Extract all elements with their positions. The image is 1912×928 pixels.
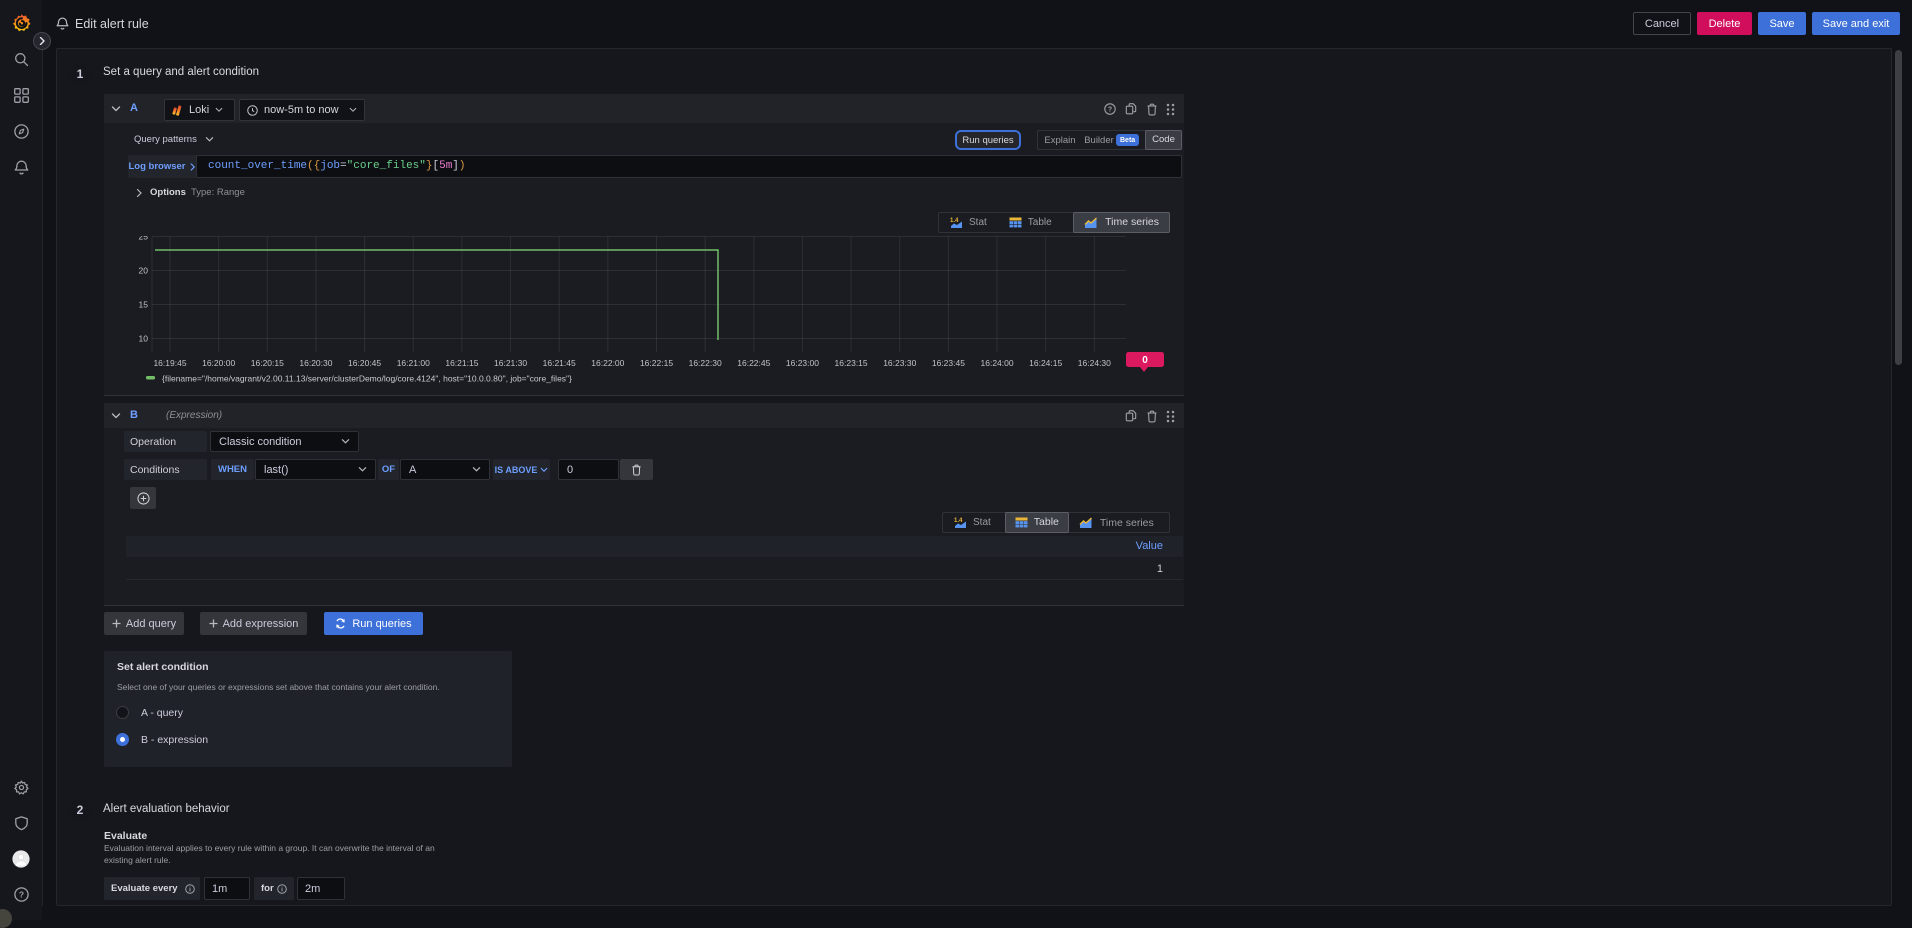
svg-text:25: 25 xyxy=(139,236,149,242)
svg-text:16:23:15: 16:23:15 xyxy=(835,358,868,368)
svg-text:16:20:00: 16:20:00 xyxy=(202,358,235,368)
svg-text:16:22:30: 16:22:30 xyxy=(689,358,722,368)
svg-text:16:21:45: 16:21:45 xyxy=(543,358,576,368)
svg-text:?: ? xyxy=(1108,107,1112,114)
svg-text:16:22:15: 16:22:15 xyxy=(640,358,673,368)
svg-text:15: 15 xyxy=(139,300,149,310)
svg-text:16:22:45: 16:22:45 xyxy=(737,358,770,368)
svg-text:1.4: 1.4 xyxy=(954,518,963,524)
svg-text:16:20:30: 16:20:30 xyxy=(299,358,332,368)
svg-text:0: 0 xyxy=(1142,355,1148,366)
svg-text:16:23:45: 16:23:45 xyxy=(932,358,965,368)
svg-text:16:19:45: 16:19:45 xyxy=(153,358,186,368)
svg-text:16:23:30: 16:23:30 xyxy=(883,358,916,368)
svg-text:16:24:15: 16:24:15 xyxy=(1029,358,1062,368)
svg-text:16:20:45: 16:20:45 xyxy=(348,358,381,368)
svg-text:{filename="/home/vagrant/v2.00: {filename="/home/vagrant/v2.00.11.13/ser… xyxy=(162,374,572,384)
svg-text:16:22:00: 16:22:00 xyxy=(591,358,624,368)
svg-text:16:21:00: 16:21:00 xyxy=(397,358,430,368)
svg-text:16:23:00: 16:23:00 xyxy=(786,358,819,368)
svg-text:16:20:15: 16:20:15 xyxy=(251,358,284,368)
svg-text:16:21:30: 16:21:30 xyxy=(494,358,527,368)
svg-text:10: 10 xyxy=(139,334,149,344)
svg-text:?: ? xyxy=(19,890,24,900)
svg-text:16:24:30: 16:24:30 xyxy=(1078,358,1111,368)
svg-text:1.4: 1.4 xyxy=(950,218,959,224)
svg-text:20: 20 xyxy=(139,266,149,276)
svg-text:16:21:15: 16:21:15 xyxy=(445,358,478,368)
svg-text:16:24:00: 16:24:00 xyxy=(981,358,1014,368)
